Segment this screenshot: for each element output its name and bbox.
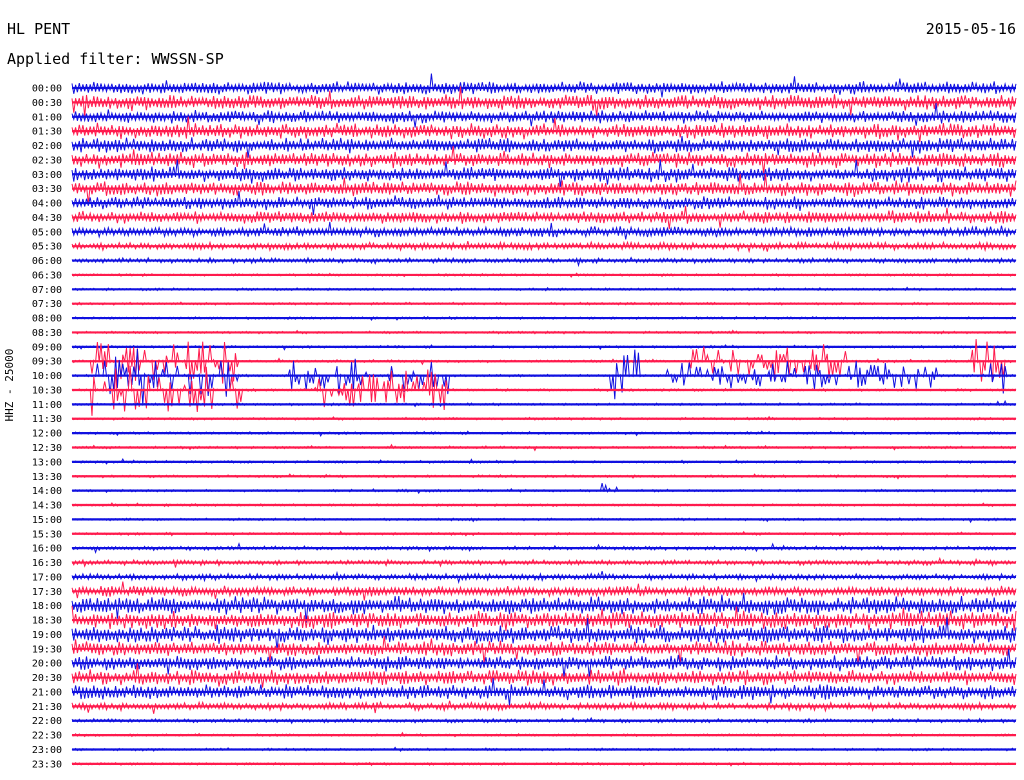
time-tick-label: 04:00: [32, 199, 62, 210]
time-tick-label: 01:30: [32, 127, 62, 138]
time-tick-label: 14:30: [32, 501, 62, 512]
time-tick-label: 03:30: [32, 184, 62, 195]
time-tick-label: 13:00: [32, 457, 62, 468]
time-tick-label: 16:00: [32, 544, 62, 555]
time-tick-label: 06:30: [32, 270, 62, 281]
time-tick-label: 20:00: [32, 659, 62, 670]
time-tick-label: 09:30: [32, 357, 62, 368]
time-tick-label: 10:30: [32, 385, 62, 396]
time-tick-label: 09:00: [32, 342, 62, 353]
time-tick-label: 18:30: [32, 616, 62, 627]
time-tick-label: 20:30: [32, 673, 62, 684]
trace-0130: [71, 116, 1017, 143]
time-tick-label: 15:30: [32, 529, 62, 540]
time-tick-label: 11:00: [32, 400, 62, 411]
time-tick-label: 07:30: [32, 299, 62, 310]
traces: [71, 73, 1017, 767]
time-tick-label: 19:00: [32, 630, 62, 641]
time-tick-label: 07:00: [32, 285, 62, 296]
time-tick-label: 15:00: [32, 515, 62, 526]
time-tick-label: 16:30: [32, 558, 62, 569]
time-tick-label: 12:30: [32, 443, 62, 454]
time-tick-label: 11:30: [32, 414, 62, 425]
time-tick-label: 08:00: [32, 314, 62, 325]
time-tick-label: 12:00: [32, 429, 62, 440]
trace-1000: [71, 348, 1017, 406]
time-tick-label: 10:00: [32, 371, 62, 382]
time-tick-label: 05:30: [32, 242, 62, 253]
trace-1300: [71, 458, 1017, 465]
time-tick-label: 21:30: [32, 702, 62, 713]
time-tick-label: 23:00: [32, 745, 62, 756]
time-tick-label: 17:00: [32, 572, 62, 583]
time-tick-label: 17:30: [32, 587, 62, 598]
trace-0000: [71, 73, 1017, 98]
time-tick-label: 08:30: [32, 328, 62, 339]
time-tick-label: 13:30: [32, 472, 62, 483]
trace-0500: [71, 221, 1017, 240]
time-tick-label: 00:30: [32, 98, 62, 109]
time-tick-label: 06:00: [32, 256, 62, 267]
time-tick-label: 00:00: [32, 84, 62, 95]
trace-1830: [71, 605, 1017, 632]
time-tick-label: 23:30: [32, 759, 62, 770]
helicorder-chart: 00:00 00:30 01:00 01:30 02:00 02:30 03:00 03:30…: [32, 73, 1017, 771]
time-tick-label: 01:00: [32, 112, 62, 123]
time-tick-label: 03:00: [32, 170, 62, 181]
time-tick-label: 18:00: [32, 601, 62, 612]
time-tick-label: 05:00: [32, 227, 62, 238]
trace-1100: [71, 399, 1017, 408]
time-tick-label: 22:30: [32, 731, 62, 742]
trace-1530: [71, 530, 1017, 537]
time-tick-label: 02:30: [32, 155, 62, 166]
time-tick-label: 19:30: [32, 644, 62, 655]
time-tick-label: 21:00: [32, 687, 62, 698]
time-tick-label: 04:30: [32, 213, 62, 224]
time-tick-label: 22:00: [32, 716, 62, 727]
trace-1700: [71, 570, 1017, 585]
time-tick-label: 14:00: [32, 486, 62, 497]
time-tick-label: 02:00: [32, 141, 62, 152]
tick-labels: 00:00 00:30 01:00 01:30 02:00 02:30 03:00 03:30…: [32, 84, 62, 771]
